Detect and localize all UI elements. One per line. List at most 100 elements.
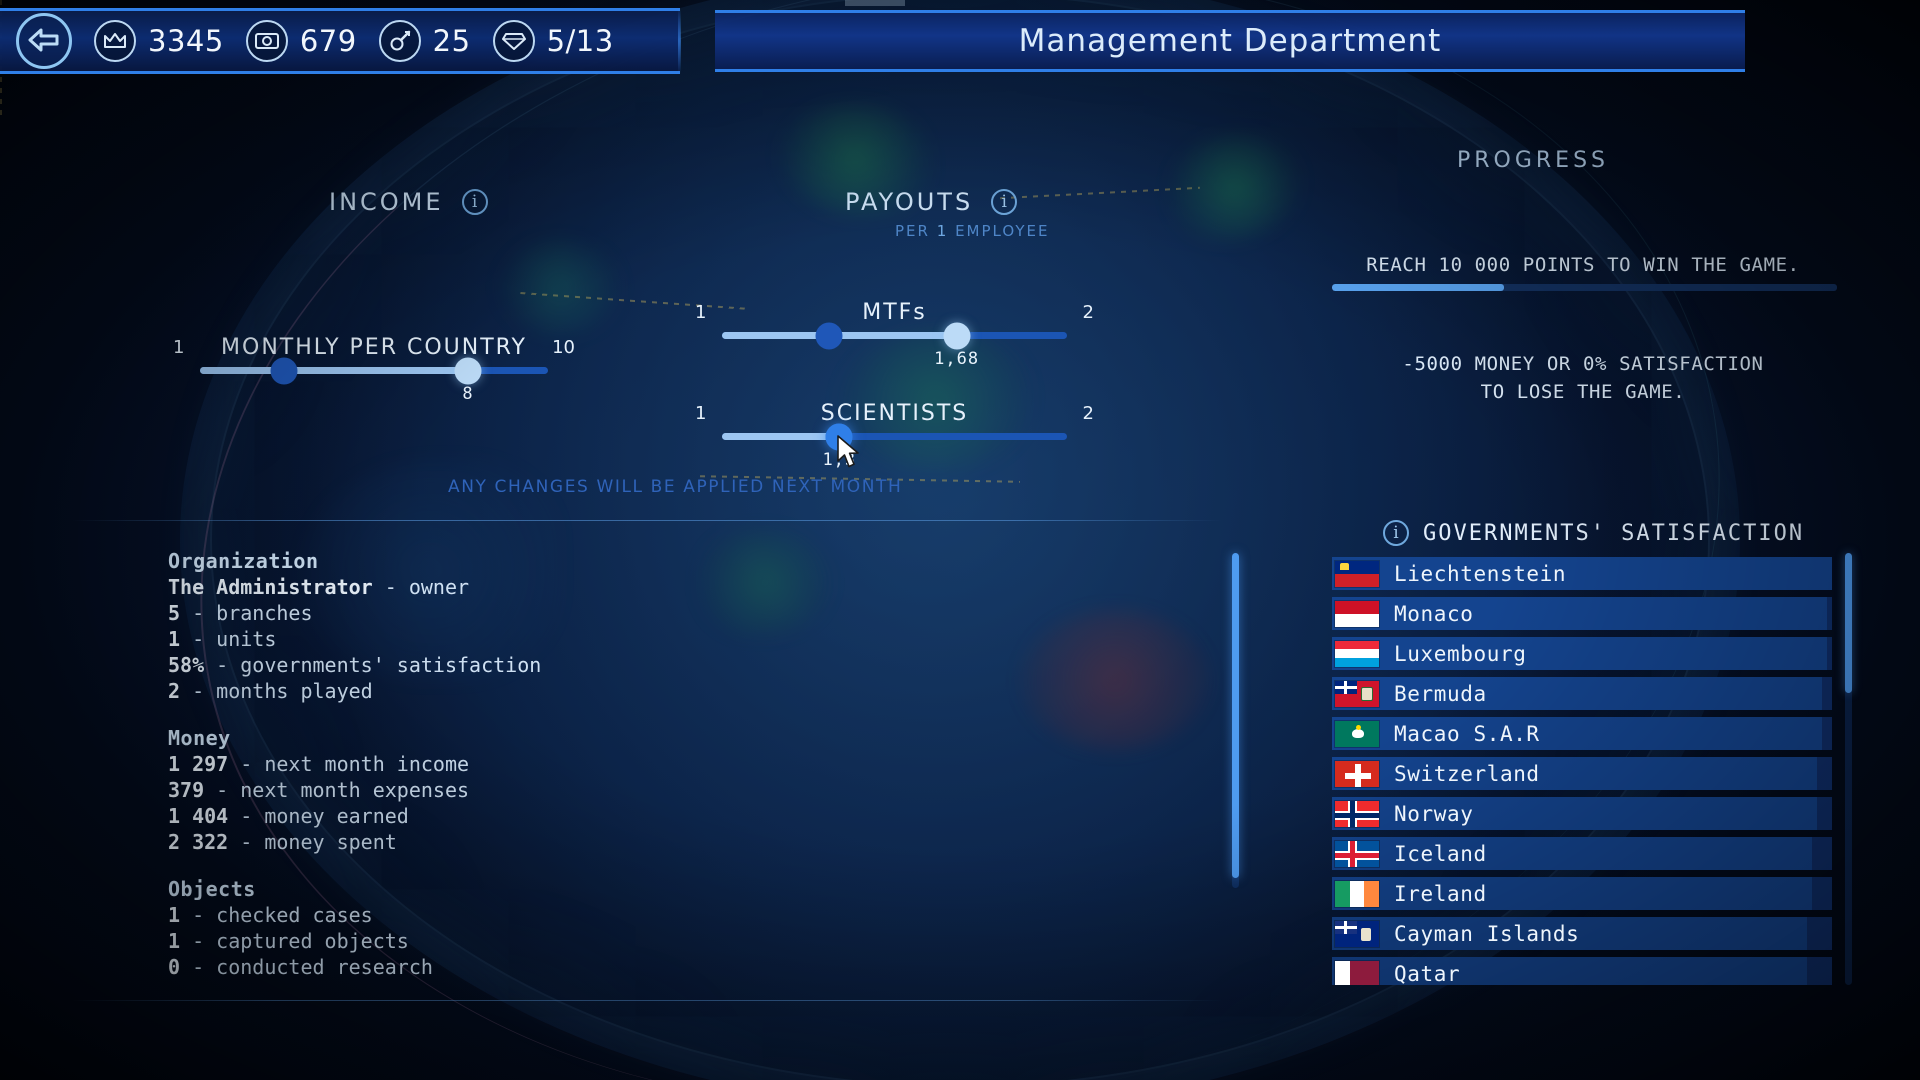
satisfaction-scrollbar[interactable] — [1845, 553, 1852, 985]
title-nub — [845, 0, 905, 6]
payouts-info-icon[interactable]: i — [991, 189, 1018, 215]
lose-condition-line-1: -5000 MONEY OR 0% SATISFACTION — [1402, 353, 1764, 375]
flag-icon-ireland — [1334, 879, 1380, 908]
slider-label: MONTHLY PER COUNTRY — [221, 335, 527, 360]
stat-line: 379 - next month expenses — [168, 777, 1168, 803]
stat-line: 1 - captured objects — [168, 928, 1168, 954]
slider-track[interactable]: 1,3 — [722, 423, 1067, 470]
map-route — [520, 291, 750, 311]
stat-line-text: - branches — [180, 601, 313, 625]
section-divider-bottom — [72, 1000, 1222, 1001]
payouts-scientists-slider[interactable]: SCIENTISTS 1 2 1,3 — [695, 401, 1094, 470]
slider-handle[interactable] — [943, 322, 971, 349]
flag-icon-iceland — [1334, 839, 1380, 868]
stat-line-key: 2 — [168, 679, 181, 703]
stat-line-text: - units — [180, 627, 277, 651]
stat-line: 2 322 - money spent — [168, 829, 1168, 855]
stat-line-text: - money earned — [228, 804, 409, 828]
win-condition-text: REACH 10 000 POINTS TO WIN THE GAME. — [1366, 254, 1800, 276]
stat-line: 2 - months played — [168, 678, 1168, 704]
lose-condition-text: -5000 MONEY OR 0% SATISFACTION TO LOSE T… — [1402, 350, 1763, 406]
stat-group: Objects 1 - checked cases 1 - captured obj… — [168, 876, 1168, 980]
stat-group: Organization The Administrator - owner 5 -… — [168, 548, 1168, 704]
income-monthly-slider[interactable]: MONTHLY PER COUNTRY 1 10 8 — [173, 335, 575, 404]
slider-label: MTFs — [862, 300, 927, 325]
resource-money[interactable]: 679 — [245, 20, 357, 62]
slider-handle[interactable] — [454, 357, 482, 384]
flag-icon-macao — [1334, 719, 1380, 748]
flag-icon-norway — [1334, 799, 1380, 828]
stat-line-text: - owner — [372, 575, 470, 599]
stat-line: 1 - units — [168, 626, 1168, 652]
stat-line-key: 1 — [168, 929, 181, 953]
stat-line: 1 404 - money earned — [168, 803, 1168, 829]
slider-track[interactable]: 1,68 — [722, 322, 1067, 369]
stat-line: 5 - branches — [168, 600, 1168, 626]
satisfaction-title: GOVERNMENTS' SATISFACTION — [1423, 520, 1805, 546]
satisfaction-list: Liechtenstein Monaco Luxembourg Bermuda Maca… — [1332, 557, 1832, 985]
stat-line-text: - money spent — [228, 830, 397, 854]
stat-line-text: - governments' satisfaction — [204, 653, 542, 677]
satisfaction-row[interactable]: Qatar — [1332, 957, 1832, 985]
resource-value: 5/13 — [546, 24, 614, 58]
satisfaction-row[interactable]: Switzerland — [1332, 757, 1832, 790]
resource-points[interactable]: 3345 — [94, 20, 224, 62]
flag-icon-cayman-islands — [1334, 919, 1380, 948]
resource-value: 25 — [432, 24, 471, 58]
progress-bar — [1332, 284, 1837, 291]
diamond-icon — [492, 20, 535, 62]
flag-icon-luxembourg — [1334, 639, 1380, 668]
payouts-title: PAYOUTS — [845, 188, 974, 216]
slider-track[interactable]: 8 — [200, 357, 548, 404]
back-arrow-icon — [28, 28, 59, 52]
map-landmass — [500, 240, 620, 335]
satisfaction-row[interactable]: Cayman Islands — [1332, 917, 1832, 950]
slider-previous-marker — [815, 322, 843, 349]
stat-line-text: - checked cases — [180, 903, 373, 927]
satisfaction-row[interactable]: Luxembourg — [1332, 637, 1832, 670]
stat-line-text: - captured objects — [180, 929, 409, 953]
satisfaction-row[interactable]: Liechtenstein — [1332, 557, 1832, 590]
satisfaction-row[interactable]: Ireland — [1332, 877, 1832, 910]
stat-group-heading: Organization — [168, 549, 319, 573]
slider-fill — [200, 367, 468, 374]
lose-condition-line-2: TO LOSE THE GAME. — [1480, 381, 1686, 403]
stat-line-text: - next month income — [228, 752, 470, 776]
country-name: Cayman Islands — [1394, 921, 1580, 946]
slider-previous-marker — [270, 357, 298, 384]
payouts-subtitle-post: EMPLOYEE — [955, 222, 1050, 240]
income-info-icon[interactable]: i — [461, 189, 488, 215]
resource-employees[interactable]: 25 — [378, 20, 471, 62]
stat-line-text: - months played — [180, 679, 373, 703]
stat-group-heading: Objects — [168, 877, 256, 901]
money-icon — [245, 20, 288, 62]
slider-handle[interactable] — [825, 423, 853, 450]
stat-line-key: 2 322 — [168, 830, 229, 854]
stat-line: 1 - checked cases — [168, 902, 1168, 928]
stats-scrollbar-thumb[interactable] — [1232, 553, 1239, 878]
satisfaction-info-icon[interactable]: i — [1383, 520, 1409, 546]
resource-objects[interactable]: 5/13 — [492, 20, 614, 62]
stat-line-key: 1 — [168, 903, 181, 927]
back-button[interactable] — [16, 13, 72, 69]
stat-line: 58% - governments' satisfaction — [168, 652, 1168, 678]
slider-max: 2 — [1082, 403, 1094, 424]
stats-scrollbar[interactable] — [1232, 553, 1239, 888]
stat-line: 0 - conducted research — [168, 954, 1168, 980]
satisfaction-scrollbar-thumb[interactable] — [1845, 553, 1852, 693]
stat-line-key: 1 — [168, 627, 181, 651]
resource-value: 679 — [299, 24, 357, 58]
satisfaction-row[interactable]: Norway — [1332, 797, 1832, 830]
flag-icon-qatar — [1334, 959, 1380, 985]
satisfaction-row[interactable]: Bermuda — [1332, 677, 1832, 710]
progress-bar-fill — [1332, 284, 1504, 291]
country-name: Qatar — [1394, 961, 1461, 986]
satisfaction-row[interactable]: Macao S.A.R — [1332, 717, 1832, 750]
country-name: Bermuda — [1394, 681, 1487, 706]
stat-group-heading: Money — [168, 726, 231, 750]
satisfaction-row[interactable]: Iceland — [1332, 837, 1832, 870]
payouts-mtfs-slider[interactable]: MTFs 1 2 1,68 — [695, 300, 1094, 369]
country-name: Luxembourg — [1394, 641, 1527, 666]
satisfaction-row[interactable]: Monaco — [1332, 597, 1832, 630]
stat-line-key: 5 — [168, 601, 181, 625]
